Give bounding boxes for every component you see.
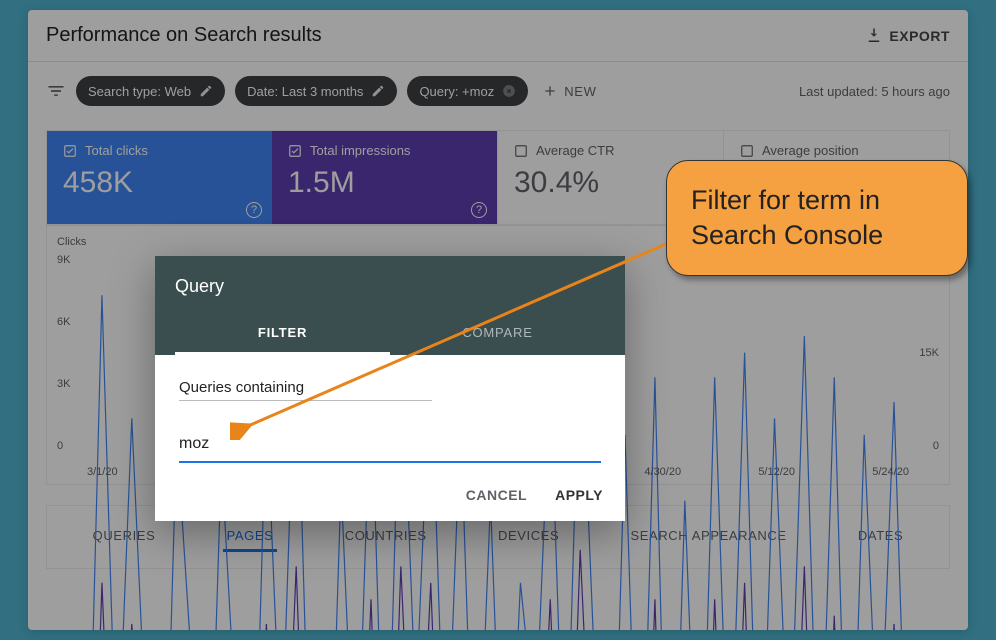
cancel-button[interactable]: CANCEL bbox=[466, 487, 527, 503]
dialog-tab-compare[interactable]: COMPARE bbox=[390, 313, 605, 355]
dialog-title: Query bbox=[175, 276, 605, 297]
query-mode-select[interactable]: Queries containing bbox=[179, 375, 432, 401]
query-input[interactable] bbox=[179, 429, 601, 463]
dialog-tab-filter[interactable]: FILTER bbox=[175, 313, 390, 355]
annotation-callout: Filter for term in Search Console bbox=[666, 160, 968, 276]
query-dialog: Query FILTER COMPARE Queries containing … bbox=[155, 256, 625, 521]
apply-button[interactable]: APPLY bbox=[555, 487, 603, 503]
